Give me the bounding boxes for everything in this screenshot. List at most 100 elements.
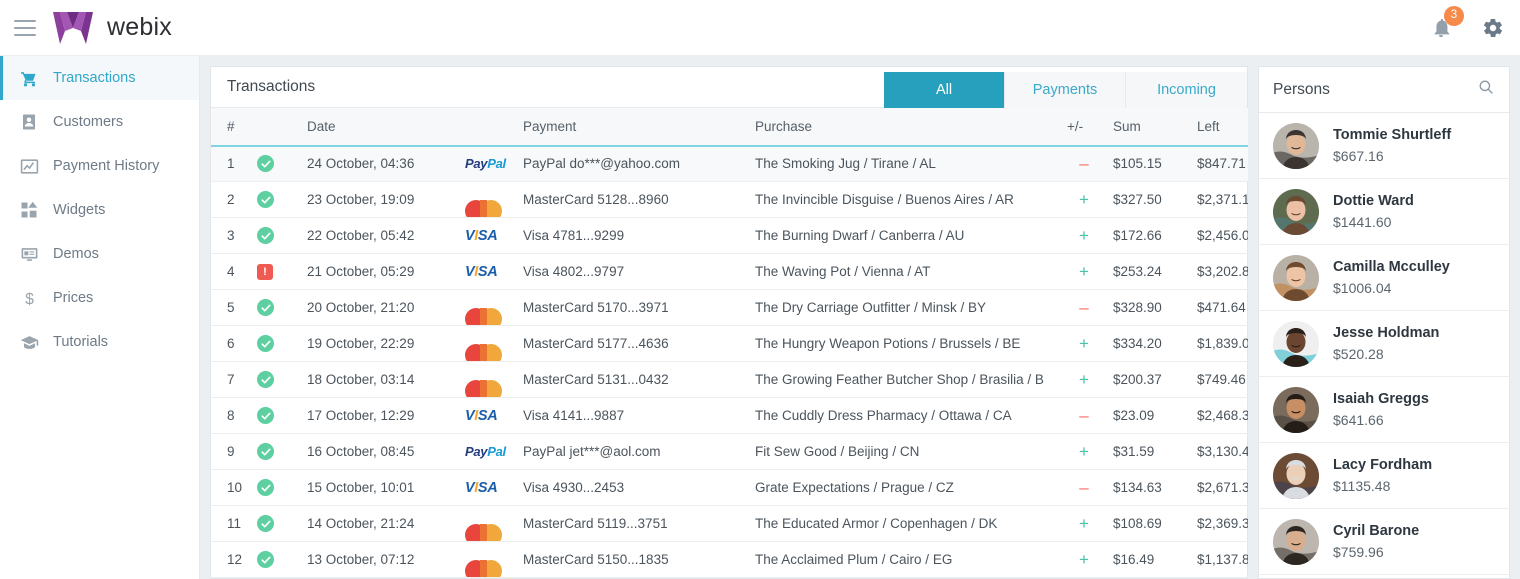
cell-date: 16 October, 08:45 xyxy=(301,433,459,470)
avatar-image xyxy=(1273,386,1319,433)
cell-sum: $16.49 xyxy=(1107,541,1191,578)
table-row[interactable]: 4! 21 October, 05:29 VISA Visa 4802...9797 T… xyxy=(211,253,1281,290)
cell-brand: PayPal xyxy=(459,433,517,470)
page-title: Transactions xyxy=(227,77,316,95)
cell-number: 4 xyxy=(211,253,251,290)
settings-button[interactable] xyxy=(1480,15,1506,41)
cell-brand: VISA xyxy=(459,253,517,290)
avatar-image xyxy=(1273,254,1319,301)
svg-text:$: $ xyxy=(25,291,34,308)
person-name: Cyril Barone xyxy=(1333,522,1420,539)
header-actions: 3 xyxy=(1428,0,1506,56)
table-row[interactable]: 10 15 October, 10:01 VISA Visa 4930...2453 G… xyxy=(211,469,1281,506)
cell-status xyxy=(251,289,301,326)
cell-number: 1 xyxy=(211,145,251,182)
person-amount: $759.96 xyxy=(1333,543,1384,560)
list-item[interactable]: Jesse Holdman $520.28 xyxy=(1259,311,1509,377)
col-date[interactable]: Date xyxy=(301,107,459,147)
hamburger-icon[interactable] xyxy=(14,19,36,36)
cell-date: 21 October, 05:29 xyxy=(301,253,459,290)
table-row[interactable]: 3 22 October, 05:42 VISA Visa 4781...9299 Th… xyxy=(211,217,1281,254)
sign-plus-icon: + xyxy=(1061,217,1107,254)
table-row[interactable]: 9 16 October, 08:45 PayPal PayPal jet***@ao… xyxy=(211,433,1281,470)
cell-number: 5 xyxy=(211,289,251,326)
visa-logo-icon: VISA xyxy=(465,407,498,424)
sidebar-item-tutorials[interactable]: Tutorials xyxy=(0,320,199,364)
cell-number: 6 xyxy=(211,325,251,362)
sign-minus-icon: – xyxy=(1061,469,1107,506)
cell-date: 22 October, 05:42 xyxy=(301,217,459,254)
list-item[interactable]: Cyril Barone $759.96 xyxy=(1259,509,1509,575)
table-row[interactable]: 8 17 October, 12:29 VISA Visa 4141...9887 Th… xyxy=(211,397,1281,434)
list-item[interactable]: Tommie Shurtleff $667.16 xyxy=(1259,113,1509,179)
brand: webix xyxy=(52,11,172,45)
cell-payment: MasterCard 5128...8960 xyxy=(517,181,749,218)
table-row[interactable]: 5 20 October, 21:20 MasterCard 5170...3971… xyxy=(211,289,1281,326)
sidebar-item-widgets[interactable]: Widgets xyxy=(0,188,199,232)
sidebar-item-customers[interactable]: Customers xyxy=(0,100,199,144)
status-ok-icon xyxy=(257,335,274,352)
tab-incoming[interactable]: Incoming xyxy=(1126,72,1247,108)
avatar xyxy=(1273,518,1319,565)
cell-number: 8 xyxy=(211,397,251,434)
person-info: Dottie Ward $1441.60 xyxy=(1333,191,1414,232)
widgets-icon xyxy=(19,200,39,220)
persons-panel-wrap: Persons Tommie Shurtleff $667.16 Dottie Wa… xyxy=(1248,56,1520,579)
persons-list: Tommie Shurtleff $667.16 Dottie Ward $1441.… xyxy=(1259,113,1509,575)
cell-payment: PayPal do***@yahoo.com xyxy=(517,145,749,182)
sidebar-item-label: Prices xyxy=(53,290,94,306)
cell-status xyxy=(251,397,301,434)
transactions-card: Transactions All Payments Incoming # Dat… xyxy=(210,66,1281,579)
sign-minus-icon: – xyxy=(1061,145,1107,182)
table-head: # Date Payment Purchase +/- Sum Left xyxy=(211,107,1281,147)
sign-plus-icon: + xyxy=(1061,361,1107,398)
list-item[interactable]: Camilla Mcculley $1006.04 xyxy=(1259,245,1509,311)
cell-date: 14 October, 21:24 xyxy=(301,505,459,542)
person-amount: $667.16 xyxy=(1333,147,1384,164)
table-row[interactable]: 12 13 October, 07:12 MasterCard 5150...183… xyxy=(211,541,1281,578)
avatar-image xyxy=(1273,452,1319,499)
webix-logo-icon xyxy=(53,11,93,44)
avatar xyxy=(1273,254,1319,301)
table-row[interactable]: 2 23 October, 19:09 MasterCard 5128...8960… xyxy=(211,181,1281,218)
brand-name: webix xyxy=(107,13,172,41)
cell-status xyxy=(251,181,301,218)
sidebar-item-prices[interactable]: $ Prices xyxy=(0,276,199,320)
graduation-icon xyxy=(19,332,39,352)
transactions-header: Transactions All Payments Incoming xyxy=(211,67,1247,108)
search-icon[interactable] xyxy=(1477,78,1495,101)
notifications-button[interactable]: 3 xyxy=(1428,6,1464,41)
sidebar-item-payment-history[interactable]: Payment History xyxy=(0,144,199,188)
cell-brand xyxy=(459,505,517,542)
user-icon xyxy=(19,112,39,132)
col-sum[interactable]: Sum xyxy=(1107,107,1191,147)
list-item[interactable]: Isaiah Greggs $641.66 xyxy=(1259,377,1509,443)
person-name: Camilla Mcculley xyxy=(1333,258,1450,275)
avatar xyxy=(1273,386,1319,433)
sign-plus-icon: + xyxy=(1061,505,1107,542)
table-row[interactable]: 6 19 October, 22:29 MasterCard 5177...4636… xyxy=(211,325,1281,362)
cell-date: 17 October, 12:29 xyxy=(301,397,459,434)
table-row[interactable]: 11 14 October, 21:24 MasterCard 5119...375… xyxy=(211,505,1281,542)
table-row[interactable]: 7 18 October, 03:14 MasterCard 5131...0432… xyxy=(211,361,1281,398)
person-name: Jesse Holdman xyxy=(1333,324,1440,341)
sign-plus-icon: + xyxy=(1061,433,1107,470)
cell-status xyxy=(251,505,301,542)
table-row[interactable]: 1 24 October, 04:36 PayPal PayPal do***@yah… xyxy=(211,145,1281,182)
sidebar-item-transactions[interactable]: Transactions xyxy=(0,56,199,100)
cell-payment: PayPal jet***@aol.com xyxy=(517,433,749,470)
tab-all[interactable]: All xyxy=(884,72,1005,108)
tab-payments[interactable]: Payments xyxy=(1005,72,1126,108)
list-item[interactable]: Lacy Fordham $1135.48 xyxy=(1259,443,1509,509)
col-number[interactable]: # xyxy=(211,107,251,147)
col-sign[interactable]: +/- xyxy=(1061,107,1107,147)
cell-number: 2 xyxy=(211,181,251,218)
col-purchase[interactable]: Purchase xyxy=(749,107,1061,147)
sidebar-item-demos[interactable]: Demos xyxy=(0,232,199,276)
list-item[interactable]: Dottie Ward $1441.60 xyxy=(1259,179,1509,245)
table-header-row: # Date Payment Purchase +/- Sum Left xyxy=(211,107,1281,147)
col-payment[interactable]: Payment xyxy=(517,107,749,147)
app-header: webix 3 xyxy=(0,0,1520,56)
cell-brand: VISA xyxy=(459,397,517,434)
cell-purchase: The Cuddly Dress Pharmacy / Ottawa / CA xyxy=(749,397,1061,434)
